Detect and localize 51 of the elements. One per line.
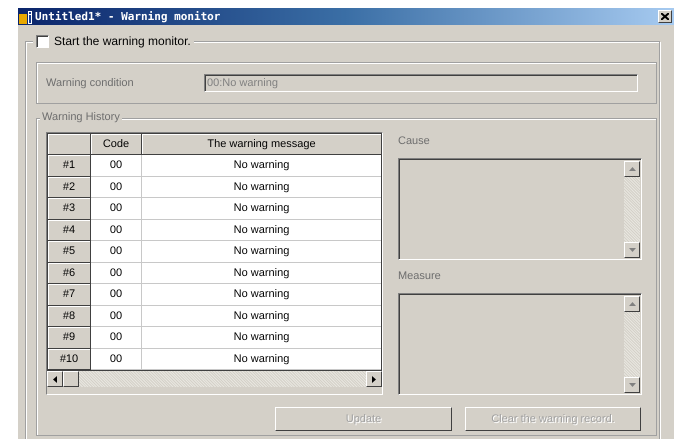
- scroll-down-icon[interactable]: [628, 383, 636, 387]
- condition-label: Warning condition: [46, 77, 135, 89]
- column-header[interactable]: Code: [91, 134, 142, 155]
- row-header[interactable]: #7: [48, 284, 91, 306]
- row-header[interactable]: #4: [48, 220, 91, 241]
- cause-label: Cause: [398, 135, 431, 149]
- measure-label: Measure: [398, 270, 442, 284]
- table-cell: 00: [91, 327, 142, 348]
- close-button[interactable]: [658, 10, 672, 23]
- table-cell: 00: [91, 262, 142, 284]
- table-cell: No warning: [142, 348, 381, 370]
- table-cell: 00: [91, 306, 142, 327]
- scroll-left-icon[interactable]: [53, 376, 57, 382]
- scroll-up-icon[interactable]: [628, 302, 636, 306]
- row-header[interactable]: #5: [48, 241, 91, 262]
- table-cell: 00: [91, 241, 142, 262]
- scroll-right-icon[interactable]: [372, 376, 376, 382]
- table-cell: No warning: [142, 284, 381, 306]
- table-cell: 00: [91, 176, 142, 198]
- row-header[interactable]: #3: [48, 198, 91, 220]
- scroll-up-icon[interactable]: [628, 167, 636, 171]
- table-cell: 00: [91, 155, 142, 176]
- table-cell: No warning: [142, 198, 381, 220]
- table-cell: 00: [91, 198, 142, 220]
- close-icon: [661, 13, 669, 20]
- table-cell: No warning: [142, 176, 381, 198]
- checkbox[interactable]: [36, 34, 49, 48]
- vertical-scrollbar[interactable]: [624, 161, 640, 258]
- vertical-scrollbar[interactable]: [624, 296, 640, 393]
- row-header[interactable]: #1: [48, 155, 91, 176]
- table-cell: 00: [91, 220, 142, 241]
- table-cell: 00: [91, 348, 142, 370]
- scroll-down-icon[interactable]: [628, 248, 636, 252]
- table-cell: No warning: [142, 327, 381, 348]
- row-header[interactable]: #10: [48, 348, 91, 370]
- table-cell: No warning: [142, 241, 381, 262]
- table-cell: No warning: [142, 262, 381, 284]
- table-cell: 00: [91, 284, 142, 306]
- row-header[interactable]: #9: [48, 327, 91, 348]
- horizontal-scrollbar[interactable]: [47, 370, 382, 387]
- table-cell: No warning: [142, 306, 381, 327]
- group-title: Warning History: [40, 111, 122, 123]
- table-cell: No warning: [142, 220, 381, 241]
- row-header[interactable]: #8: [48, 306, 91, 327]
- row-header[interactable]: #2: [48, 176, 91, 198]
- row-header[interactable]: #6: [48, 262, 91, 284]
- window-title: Untitled1* - Warning monitor: [35, 10, 222, 23]
- app-icon: [19, 10, 33, 24]
- column-header[interactable]: The warning message: [142, 134, 381, 155]
- table-cell: No warning: [142, 155, 381, 176]
- condition-field: 00:No warning: [204, 74, 638, 92]
